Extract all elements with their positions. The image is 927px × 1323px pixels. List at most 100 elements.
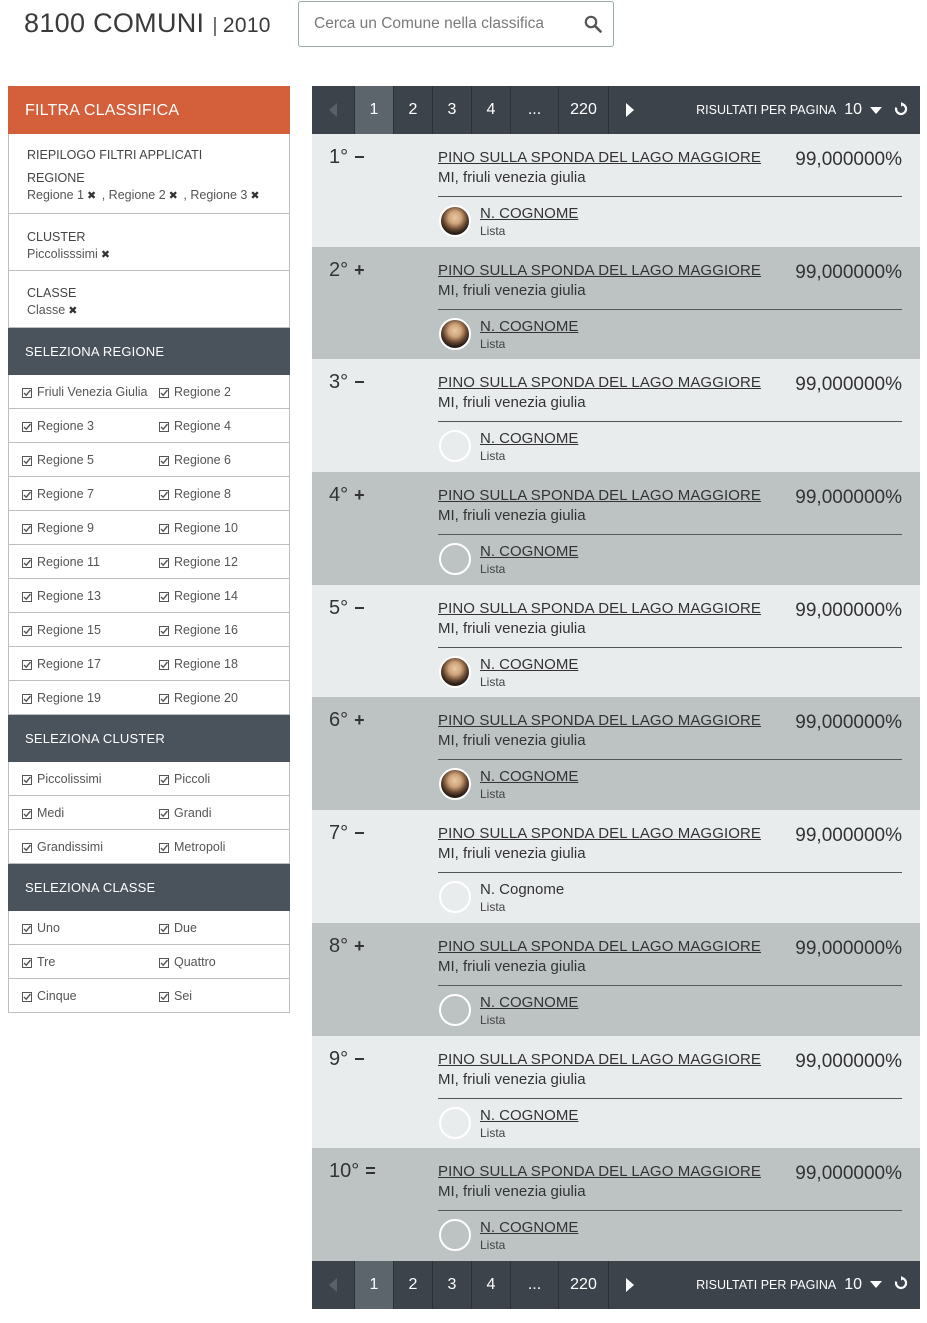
filter-option[interactable]: Regione 2 xyxy=(149,385,289,399)
checkbox-checked-icon[interactable] xyxy=(22,489,32,500)
comune-link[interactable]: PINO SULLA SPONDA DEL LAGO MAGGIORE xyxy=(438,1051,761,1068)
mayor-link[interactable]: N. COGNOME xyxy=(480,318,578,335)
checkbox-checked-icon[interactable] xyxy=(159,923,169,934)
page-button[interactable]: 4 xyxy=(472,1260,511,1309)
filter-option[interactable]: Regione 11 xyxy=(9,555,149,569)
next-page-button[interactable] xyxy=(609,1261,649,1309)
filter-option[interactable]: Regione 10 xyxy=(149,521,289,535)
filter-option[interactable]: Medi xyxy=(9,806,149,820)
refresh-icon[interactable] xyxy=(894,101,908,119)
checkbox-checked-icon[interactable] xyxy=(22,842,32,853)
page-button[interactable]: 2 xyxy=(394,1260,433,1309)
filter-option[interactable]: Grandissimi xyxy=(9,840,149,854)
filter-option[interactable]: Metropoli xyxy=(149,840,289,854)
comune-link[interactable]: PINO SULLA SPONDA DEL LAGO MAGGIORE xyxy=(438,374,761,391)
checkbox-checked-icon[interactable] xyxy=(159,625,169,636)
filter-option[interactable]: Tre xyxy=(9,955,149,969)
filter-option[interactable]: Sei xyxy=(149,989,289,1003)
mayor-link[interactable]: N. COGNOME xyxy=(480,543,578,560)
page-button[interactable]: 220 xyxy=(559,86,609,134)
next-page-button[interactable] xyxy=(609,86,649,134)
page-button[interactable]: 1 xyxy=(355,1260,394,1309)
page-button[interactable]: 3 xyxy=(433,1260,472,1309)
checkbox-checked-icon[interactable] xyxy=(22,991,32,1002)
site-title[interactable]: 8100 COMUNI | 2010 xyxy=(24,8,271,39)
filter-option[interactable]: Regione 3 xyxy=(9,419,149,433)
comune-link[interactable]: PINO SULLA SPONDA DEL LAGO MAGGIORE xyxy=(438,487,761,504)
filter-option[interactable]: Regione 6 xyxy=(149,453,289,467)
comune-link[interactable]: PINO SULLA SPONDA DEL LAGO MAGGIORE xyxy=(438,262,761,279)
checkbox-checked-icon[interactable] xyxy=(159,808,169,819)
filter-option[interactable]: Regione 7 xyxy=(9,487,149,501)
close-icon[interactable]: ✖ xyxy=(101,249,110,261)
close-icon[interactable]: ✖ xyxy=(250,190,259,202)
checkbox-checked-icon[interactable] xyxy=(22,774,32,785)
caret-down-icon[interactable] xyxy=(870,106,882,114)
close-icon[interactable]: ✖ xyxy=(87,190,96,202)
checkbox-checked-icon[interactable] xyxy=(159,659,169,670)
filter-option[interactable]: Regione 8 xyxy=(149,487,289,501)
filter-option[interactable]: Regione 14 xyxy=(149,589,289,603)
comune-link[interactable]: PINO SULLA SPONDA DEL LAGO MAGGIORE xyxy=(438,712,761,729)
page-button[interactable]: 1 xyxy=(355,86,394,134)
filter-option[interactable]: Piccoli xyxy=(149,772,289,786)
checkbox-checked-icon[interactable] xyxy=(22,557,32,568)
mayor-link[interactable]: N. COGNOME xyxy=(480,1107,578,1124)
checkbox-checked-icon[interactable] xyxy=(159,557,169,568)
checkbox-checked-icon[interactable] xyxy=(22,659,32,670)
filter-option[interactable]: Uno xyxy=(9,921,149,935)
mayor-link[interactable]: N. COGNOME xyxy=(480,656,578,673)
search-icon[interactable] xyxy=(584,15,602,33)
caret-down-icon[interactable] xyxy=(870,1281,882,1289)
filter-option[interactable]: Regione 20 xyxy=(149,691,289,705)
prev-page-button[interactable] xyxy=(312,86,355,134)
filter-option[interactable]: Due xyxy=(149,921,289,935)
filter-option[interactable]: Regione 9 xyxy=(9,521,149,535)
close-icon[interactable]: ✖ xyxy=(68,305,77,317)
checkbox-checked-icon[interactable] xyxy=(159,774,169,785)
checkbox-checked-icon[interactable] xyxy=(159,693,169,704)
filter-option[interactable]: Regione 19 xyxy=(9,691,149,705)
filter-option[interactable]: Piccolissimi xyxy=(9,772,149,786)
prev-page-button[interactable] xyxy=(312,1260,355,1309)
checkbox-checked-icon[interactable] xyxy=(159,489,169,500)
filter-option[interactable]: Regione 13 xyxy=(9,589,149,603)
mayor-link[interactable]: N. COGNOME xyxy=(480,430,578,447)
page-button[interactable]: ... xyxy=(511,1260,559,1309)
refresh-icon[interactable] xyxy=(894,1276,908,1293)
per-page-select[interactable]: 10 xyxy=(844,1276,862,1294)
checkbox-checked-icon[interactable] xyxy=(22,523,32,534)
comune-link[interactable]: PINO SULLA SPONDA DEL LAGO MAGGIORE xyxy=(438,149,761,166)
filter-option[interactable]: Regione 16 xyxy=(149,623,289,637)
page-button[interactable]: 3 xyxy=(433,86,472,134)
comune-link[interactable]: PINO SULLA SPONDA DEL LAGO MAGGIORE xyxy=(438,600,761,617)
filter-option[interactable]: Regione 12 xyxy=(149,555,289,569)
mayor-link[interactable]: N. COGNOME xyxy=(480,994,578,1011)
checkbox-checked-icon[interactable] xyxy=(159,991,169,1002)
comune-link[interactable]: PINO SULLA SPONDA DEL LAGO MAGGIORE xyxy=(438,825,761,842)
close-icon[interactable]: ✖ xyxy=(169,190,178,202)
filter-option[interactable]: Regione 5 xyxy=(9,453,149,467)
filter-option[interactable]: Quattro xyxy=(149,955,289,969)
checkbox-checked-icon[interactable] xyxy=(159,421,169,432)
checkbox-checked-icon[interactable] xyxy=(22,923,32,934)
checkbox-checked-icon[interactable] xyxy=(22,387,32,398)
filter-option[interactable]: Cinque xyxy=(9,989,149,1003)
checkbox-checked-icon[interactable] xyxy=(22,591,32,602)
comune-link[interactable]: PINO SULLA SPONDA DEL LAGO MAGGIORE xyxy=(438,1163,761,1180)
checkbox-checked-icon[interactable] xyxy=(159,591,169,602)
filter-option[interactable]: Grandi xyxy=(149,806,289,820)
checkbox-checked-icon[interactable] xyxy=(22,421,32,432)
filter-option[interactable]: Regione 18 xyxy=(149,657,289,671)
mayor-link[interactable]: N. COGNOME xyxy=(480,1219,578,1236)
checkbox-checked-icon[interactable] xyxy=(159,455,169,466)
checkbox-checked-icon[interactable] xyxy=(159,387,169,398)
filter-option[interactable]: Regione 4 xyxy=(149,419,289,433)
per-page-select[interactable]: 10 xyxy=(844,101,862,119)
checkbox-checked-icon[interactable] xyxy=(22,455,32,466)
checkbox-checked-icon[interactable] xyxy=(22,693,32,704)
filter-option[interactable]: Friuli Venezia Giulia xyxy=(9,385,149,399)
page-button[interactable]: ... xyxy=(511,86,559,134)
checkbox-checked-icon[interactable] xyxy=(159,842,169,853)
checkbox-checked-icon[interactable] xyxy=(159,523,169,534)
